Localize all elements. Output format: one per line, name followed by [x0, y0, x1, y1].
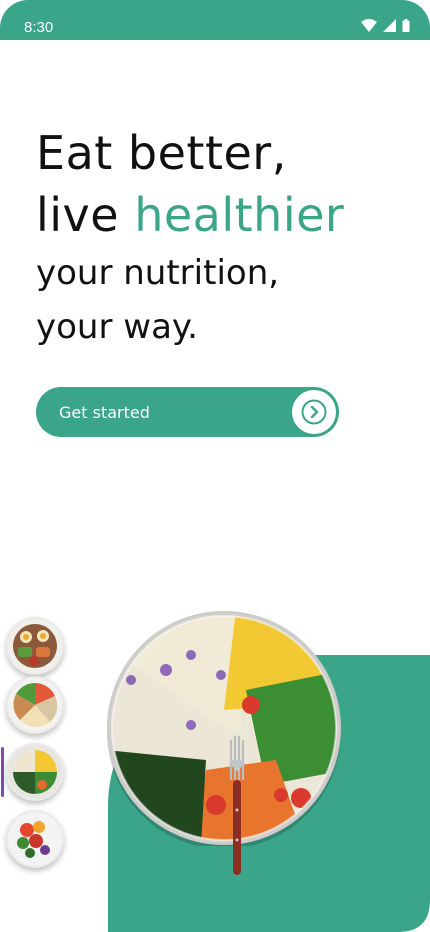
headline-line-4: your way. [36, 307, 198, 347]
meal-plate-icon [8, 678, 62, 732]
headline-line-3: your nutrition, [36, 253, 280, 293]
meal-thumbnail-4[interactable] [6, 810, 64, 868]
meal-thumbnail-3[interactable] [6, 743, 64, 801]
status-icons [361, 19, 410, 32]
headline-line-2: live healthier [36, 184, 344, 246]
get-started-label: Get started [59, 402, 150, 422]
arrow-circle [292, 390, 336, 434]
vegetable-plate-icon [8, 812, 62, 866]
headline-line-1: Eat better, [36, 126, 287, 180]
chevron-right-icon [301, 399, 327, 425]
battery-icon [402, 19, 410, 32]
status-bar: 8:30 [0, 0, 430, 40]
cellular-signal-icon [383, 19, 396, 32]
wifi-icon [361, 19, 377, 32]
get-started-button[interactable]: Get started [36, 387, 339, 437]
headline-accent-word: healthier [134, 188, 345, 242]
status-time: 8:30 [24, 19, 54, 36]
meal-thumbnail-2[interactable] [6, 676, 64, 734]
meal-thumbnail-1[interactable] [6, 617, 64, 675]
hero-headline: Eat better, live healthier your nutritio… [36, 122, 344, 354]
headline-line-2-prefix: live [36, 188, 135, 242]
fork-image [229, 736, 245, 875]
active-thumbnail-indicator [1, 747, 4, 797]
grain-bowl-icon [8, 745, 62, 799]
meal-bowl-icon [8, 619, 62, 673]
